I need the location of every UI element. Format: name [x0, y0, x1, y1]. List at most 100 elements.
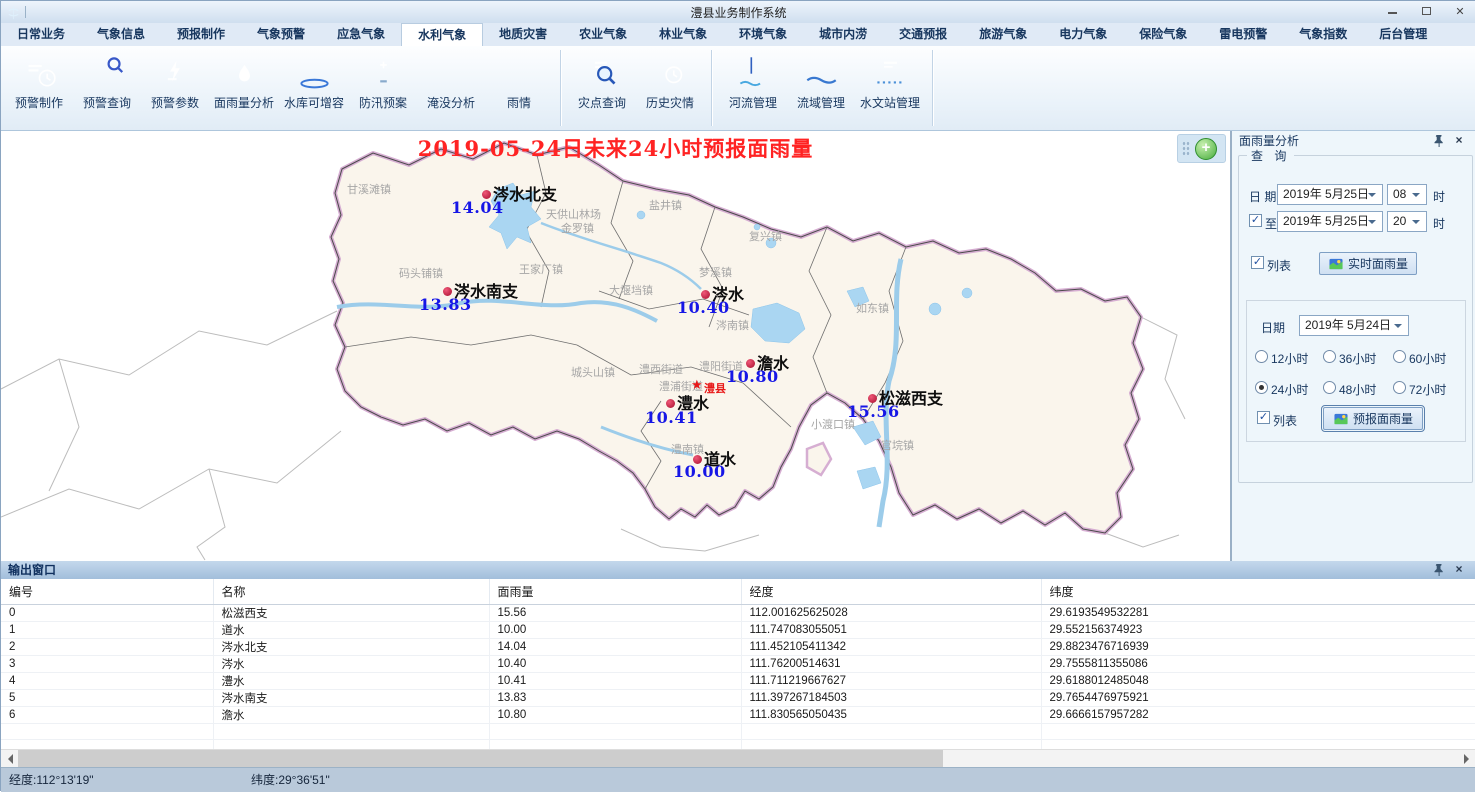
empty-cell	[1, 724, 213, 740]
col-header-name[interactable]: 名称	[213, 579, 489, 605]
toolbar-separator	[932, 50, 933, 126]
menu-tab-admin[interactable]: 后台管理	[1363, 23, 1443, 46]
area-rainfall-analysis-button[interactable]: 面雨量分析	[209, 46, 279, 111]
realtime-list-checkbox[interactable]	[1251, 256, 1264, 269]
scroll-right-icon[interactable]	[1459, 750, 1475, 767]
town-label: 如东镇	[856, 300, 889, 316]
submerge-analysis-button[interactable]: 淹没分析	[417, 46, 485, 111]
menu-tab-tourism[interactable]: 旅游气象	[963, 23, 1043, 46]
radio-60h-label: 60小时	[1409, 350, 1446, 367]
disaster-point-query-button[interactable]: 灾点查询	[568, 46, 636, 111]
document-search-icon	[585, 54, 620, 89]
output-title: 输出窗口	[8, 563, 56, 577]
wave-icon	[434, 54, 469, 89]
maximize-icon[interactable]	[1418, 5, 1434, 19]
map-zoom-in-button[interactable]	[1195, 138, 1217, 160]
flood-plan-button[interactable]: 防汛预案	[349, 46, 417, 111]
col-header-latitude[interactable]: 纬度	[1041, 579, 1475, 605]
menu-tab-forecast-make[interactable]: 预报制作	[161, 23, 241, 46]
menu-tab-traffic[interactable]: 交通预报	[883, 23, 963, 46]
start-date-select[interactable]: 2019年 5月25日	[1277, 184, 1383, 205]
county-map[interactable]	[1, 131, 1230, 561]
table-row[interactable]: 0松滋西支15.56112.00162562502829.61935495322…	[1, 605, 1475, 622]
station-dot-icon[interactable]	[666, 399, 675, 408]
col-header-rainfall[interactable]: 面雨量	[489, 579, 741, 605]
pin-icon[interactable]	[1432, 563, 1446, 577]
radio-36h[interactable]	[1323, 350, 1336, 363]
hour-suffix-label: 时	[1433, 188, 1445, 205]
pin-icon[interactable]	[1432, 134, 1446, 148]
table-row[interactable]: 4澧水10.41111.71121966762729.6188012485048	[1, 673, 1475, 690]
waves-icon	[804, 54, 839, 89]
map-view[interactable]: 2019-05-24日未来24小时预报面雨量 甘溪滩镇 盐井镇 天供山林场 金罗…	[1, 131, 1231, 561]
radio-12h[interactable]	[1255, 350, 1268, 363]
table-row[interactable]: 2涔水北支14.04111.45210541134229.88234767169…	[1, 639, 1475, 656]
menu-tab-emergency[interactable]: 应急气象	[321, 23, 401, 46]
scrollbar-thumb[interactable]	[18, 750, 943, 767]
forecast-rainfall-button[interactable]: 预报面雨量	[1323, 407, 1423, 430]
to-label: 至	[1265, 215, 1277, 232]
reservoir-capacity-button[interactable]: 水库可增容	[279, 46, 349, 111]
radio-24h[interactable]	[1255, 381, 1268, 394]
warning-params-button[interactable]: 预警参数	[141, 46, 209, 111]
table-header-row: 编号 名称 面雨量 经度 纬度	[1, 579, 1475, 605]
table-row[interactable]: 6澹水10.80111.83056505043529.6666157957282	[1, 707, 1475, 724]
town-label: 官垸镇	[881, 437, 914, 453]
menu-tab-index[interactable]: 气象指数	[1283, 23, 1363, 46]
realtime-rainfall-button[interactable]: 实时面雨量	[1319, 252, 1417, 275]
radio-60h[interactable]	[1393, 350, 1406, 363]
raindrops-icon	[502, 54, 537, 89]
close-icon[interactable]	[1452, 5, 1468, 19]
hydro-station-management-button[interactable]: 水文站管理	[855, 46, 925, 111]
radio-48h[interactable]	[1323, 381, 1336, 394]
forecast-date-label: 日期	[1261, 319, 1285, 336]
map-title: 2019-05-24日未来24小时预报面雨量	[1, 133, 1230, 163]
town-label: 梦溪镇	[699, 264, 732, 280]
warning-make-button[interactable]: 预警制作	[5, 46, 73, 111]
map-button-icon	[1328, 257, 1344, 271]
scroll-left-icon[interactable]	[1, 750, 18, 767]
menu-tab-warning[interactable]: 气象预警	[241, 23, 321, 46]
to-date-checkbox[interactable]	[1249, 214, 1262, 227]
menu-tab-urban-flood[interactable]: 城市内涝	[803, 23, 883, 46]
town-label: 澧西街道	[639, 361, 683, 377]
col-header-id[interactable]: 编号	[1, 579, 213, 605]
close-icon[interactable]	[1452, 133, 1466, 147]
menu-tab-hydrology[interactable]: 水利气象	[401, 23, 483, 46]
col-header-longitude[interactable]: 经度	[741, 579, 1041, 605]
menu-tab-agriculture[interactable]: 农业气象	[563, 23, 643, 46]
close-icon[interactable]	[1452, 562, 1466, 576]
end-date-select[interactable]: 2019年 5月25日	[1277, 211, 1383, 232]
menu-tab-daily[interactable]: 日常业务	[1, 23, 81, 46]
menu-tab-environment[interactable]: 环境气象	[723, 23, 803, 46]
minimize-icon[interactable]	[1384, 5, 1400, 19]
menu-tab-insurance[interactable]: 保险气象	[1123, 23, 1203, 46]
menu-tab-weather-info[interactable]: 气象信息	[81, 23, 161, 46]
table-row[interactable]: 1道水10.00111.74708305505129.552156374923	[1, 622, 1475, 639]
house-clock-icon	[653, 54, 688, 89]
table-row[interactable]: 5涔水南支13.83111.39726718450329.76544769759…	[1, 690, 1475, 707]
river-management-button[interactable]: 河流管理	[719, 46, 787, 111]
drag-grip-icon[interactable]	[1182, 141, 1190, 157]
start-hour-select[interactable]: 08	[1387, 184, 1427, 205]
warning-query-button[interactable]: 预警查询	[73, 46, 141, 111]
menu-tab-power[interactable]: 电力气象	[1043, 23, 1123, 46]
menu-tab-lightning[interactable]: 雷电预警	[1203, 23, 1283, 46]
radio-72h[interactable]	[1393, 381, 1406, 394]
query-groupbox: 查 询 日 期 2019年 5月25日 08 时 至 2019年 5月25日 2…	[1238, 155, 1473, 483]
status-bar: 经度:112°13'19" 纬度:29°36'51"	[1, 767, 1475, 792]
forecast-date-select[interactable]: 2019年 5月24日	[1299, 315, 1409, 336]
output-window: 输出窗口 编号 名称 面雨量 经度 纬度 0松滋西支15.56112.00162…	[1, 561, 1475, 749]
rain-info-button[interactable]: 雨情	[485, 46, 553, 111]
table-row[interactable]: 3涔水10.40111.7620051463129.7555811355086	[1, 656, 1475, 673]
radio-36h-label: 36小时	[1339, 350, 1376, 367]
forecast-list-checkbox[interactable]	[1257, 411, 1270, 424]
history-disaster-button[interactable]: 历史灾情	[636, 46, 704, 111]
menu-tab-geology[interactable]: 地质灾害	[483, 23, 563, 46]
radio-24h-label: 24小时	[1271, 381, 1308, 398]
basin-management-button[interactable]: 流域管理	[787, 46, 855, 111]
menu-tab-forestry[interactable]: 林业气象	[643, 23, 723, 46]
horizontal-scrollbar[interactable]	[1, 749, 1475, 767]
hydro-station-icon	[873, 54, 908, 89]
end-hour-select[interactable]: 20	[1387, 211, 1427, 232]
